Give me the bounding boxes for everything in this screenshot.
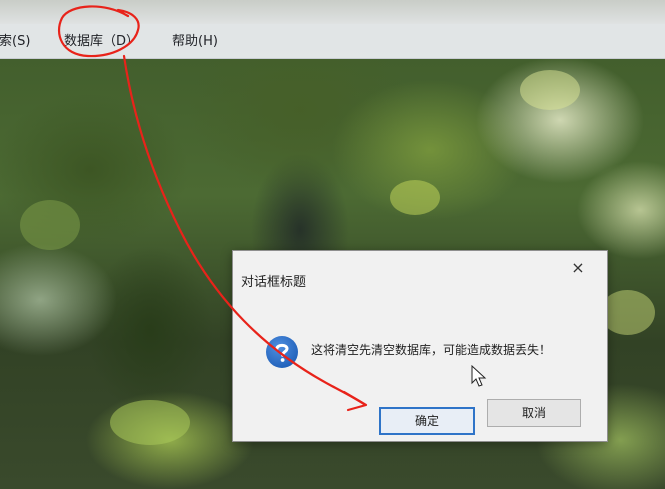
foliage-highlight — [20, 200, 80, 250]
mouse-pointer-icon — [471, 364, 487, 387]
close-icon[interactable]: × — [567, 257, 589, 279]
confirm-dialog: 对话框标题 × 这将清空先清空数据库，可能造成数据丢失！ 确定 取消 — [232, 250, 608, 442]
window-top-strip — [0, 0, 665, 24]
menu-help[interactable]: 帮助(H) — [172, 30, 218, 49]
foliage-highlight — [110, 400, 190, 445]
menu-bar: 搜索(S) 数据库（D） 帮助(H) — [0, 24, 665, 59]
menu-search[interactable]: 搜索(S) — [0, 30, 30, 49]
dialog-message: 这将清空先清空数据库，可能造成数据丢失！ — [311, 343, 552, 357]
foliage-highlight — [520, 70, 580, 110]
menu-database[interactable]: 数据库（D） — [64, 30, 139, 49]
foliage-highlight — [390, 180, 440, 215]
cancel-button[interactable]: 取消 — [487, 399, 581, 427]
ok-button[interactable]: 确定 — [379, 407, 475, 435]
question-icon — [265, 335, 299, 369]
foliage-highlight — [600, 290, 655, 335]
dialog-title: 对话框标题 — [241, 275, 307, 290]
